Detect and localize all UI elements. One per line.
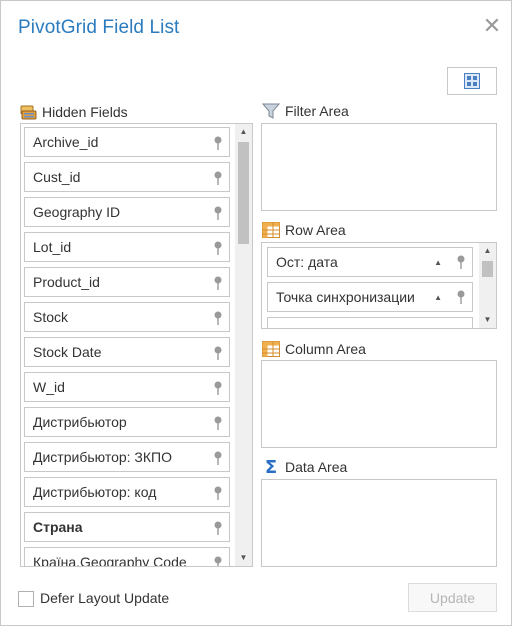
pin-icon[interactable]: [213, 416, 223, 430]
pin-icon[interactable]: [213, 381, 223, 395]
field-label: Ост: дата: [276, 254, 338, 270]
update-button[interactable]: Update: [408, 583, 497, 612]
pin-icon[interactable]: [213, 521, 223, 535]
field-label: Product_id: [33, 274, 100, 290]
scroll-up-arrow-icon[interactable]: ▲: [479, 243, 496, 259]
scroll-up-arrow-icon[interactable]: ▲: [235, 124, 252, 140]
field-item[interactable]: Lot_id: [24, 232, 230, 262]
pin-icon[interactable]: [213, 451, 223, 465]
pin-icon[interactable]: [213, 206, 223, 220]
hidden-fields-list[interactable]: Archive_id Cust_id Geography ID Lot_id P…: [20, 123, 253, 567]
field-item[interactable]: Stock: [24, 302, 230, 332]
layout-toggle-button[interactable]: [447, 67, 497, 95]
defer-layout-checkbox[interactable]: [18, 591, 34, 607]
column-area-box[interactable]: [261, 360, 497, 448]
field-item[interactable]: Stock Date: [24, 337, 230, 367]
field-label: Країна.Geography Code: [33, 554, 187, 567]
field-item[interactable]: W_id: [24, 372, 230, 402]
pin-icon[interactable]: [213, 136, 223, 150]
pivot-field-list-dialog: PivotGrid Field List ✕ Hidden Fields Arc…: [0, 0, 512, 626]
column-area-header: Column Area: [261, 340, 366, 358]
scroll-thumb[interactable]: [482, 261, 493, 277]
field-label: Точка синхронизации: [276, 289, 415, 305]
pin-icon[interactable]: [456, 255, 466, 269]
hidden-fields-scrollbar[interactable]: ▲ ▼: [235, 124, 252, 566]
field-item[interactable]: Archive_id: [24, 127, 230, 157]
field-label: Stock: [33, 309, 69, 325]
layout-grid-icon: [464, 73, 480, 89]
defer-layout-label: Defer Layout Update: [40, 590, 170, 606]
close-icon[interactable]: ✕: [481, 15, 503, 37]
pin-icon[interactable]: [456, 290, 466, 304]
field-label: Lot_id: [33, 239, 72, 255]
row-field-item[interactable]: Точка синхронизации ▲: [267, 282, 473, 312]
row-area-header: Row Area: [261, 221, 346, 239]
field-label: Дистрибьютор: ЗКПО: [33, 449, 172, 465]
field-item[interactable]: Країна.Geography Code: [24, 547, 230, 567]
row-area-scrollbar[interactable]: ▲ ▼: [479, 243, 496, 328]
field-label: Archive_id: [33, 134, 99, 150]
sort-ascending-icon[interactable]: ▲: [434, 249, 442, 276]
pin-icon[interactable]: [213, 346, 223, 360]
filter-area-label: Filter Area: [285, 103, 349, 119]
hidden-fields-label: Hidden Fields: [42, 104, 128, 120]
field-label: Cust_id: [33, 169, 81, 185]
field-item[interactable]: Дистрибьютор: ЗКПО: [24, 442, 230, 472]
field-label: Страна: [33, 519, 83, 535]
pin-icon[interactable]: [213, 486, 223, 500]
row-field-item[interactable]: [267, 317, 473, 328]
field-item[interactable]: Дистрибьютор: [24, 407, 230, 437]
data-area-label: Data Area: [285, 459, 348, 475]
scroll-thumb[interactable]: [238, 142, 249, 244]
field-label: Дистрибьютор: [33, 414, 127, 430]
pin-icon[interactable]: [213, 276, 223, 290]
field-item[interactable]: Product_id: [24, 267, 230, 297]
field-label: Geography ID: [33, 204, 121, 220]
scroll-down-arrow-icon[interactable]: ▼: [479, 312, 496, 328]
pin-icon[interactable]: [213, 311, 223, 325]
field-label: W_id: [33, 379, 65, 395]
scroll-down-arrow-icon[interactable]: ▼: [235, 550, 252, 566]
row-area-label: Row Area: [285, 222, 346, 238]
hidden-fields-header: Hidden Fields: [18, 103, 128, 121]
field-item[interactable]: Geography ID: [24, 197, 230, 227]
row-field-item[interactable]: Ост: дата ▲: [267, 247, 473, 277]
field-item[interactable]: Дистрибьютор: код: [24, 477, 230, 507]
pin-icon[interactable]: [213, 556, 223, 567]
field-label: Дистрибьютор: код: [33, 484, 157, 500]
column-area-label: Column Area: [285, 341, 366, 357]
data-area-header: Σ Data Area: [261, 456, 348, 478]
pin-icon[interactable]: [213, 241, 223, 255]
row-area-box[interactable]: Ост: дата ▲ Точка синхронизации ▲ ▲ ▼: [261, 242, 497, 329]
filter-area-header: Filter Area: [261, 102, 349, 120]
field-item[interactable]: Cust_id: [24, 162, 230, 192]
field-item[interactable]: Страна: [24, 512, 230, 542]
sigma-icon: Σ: [264, 456, 278, 478]
data-area-box[interactable]: [261, 479, 497, 567]
table-icon: [261, 340, 281, 358]
filter-icon: [261, 102, 281, 120]
pin-icon[interactable]: [213, 171, 223, 185]
sort-ascending-icon[interactable]: ▲: [434, 284, 442, 311]
table-icon: [261, 221, 281, 239]
dialog-title: PivotGrid Field List: [18, 17, 180, 38]
filter-area-box[interactable]: [261, 123, 497, 211]
hidden-fields-icon: [18, 103, 38, 121]
field-label: Stock Date: [33, 344, 102, 360]
